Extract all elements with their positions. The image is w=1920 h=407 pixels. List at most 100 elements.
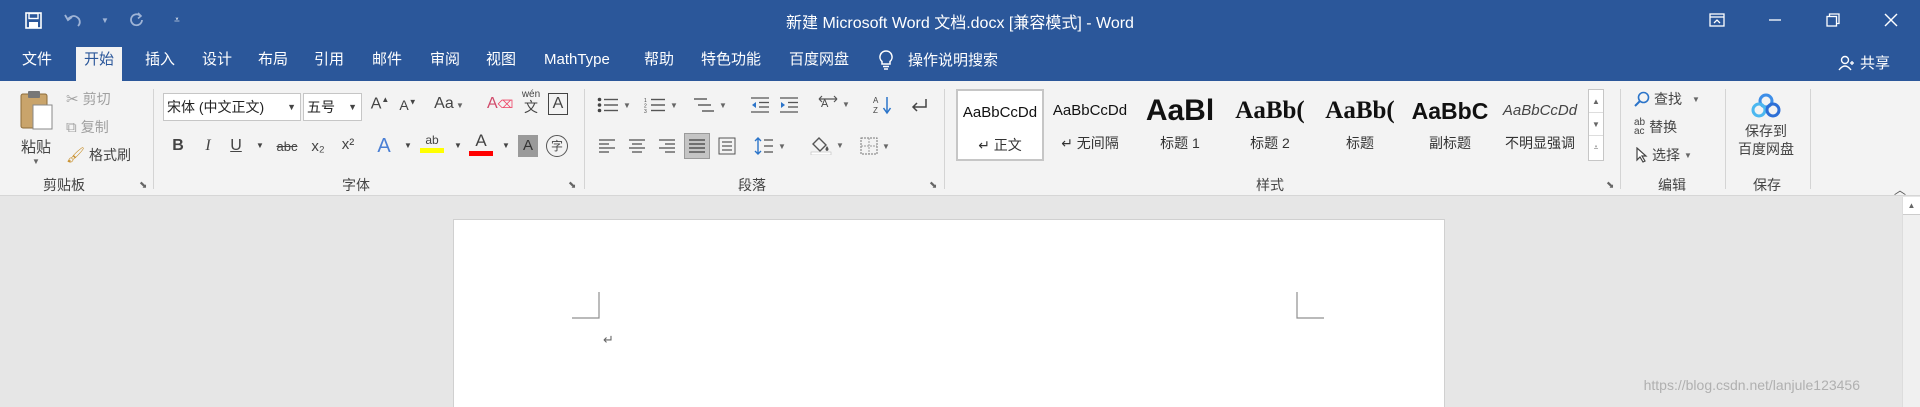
align-center-icon[interactable] xyxy=(628,139,646,153)
font-color-button[interactable]: A xyxy=(469,131,493,156)
tab-baidu[interactable]: 百度网盘 xyxy=(781,47,857,81)
tab-review[interactable]: 审阅 xyxy=(422,47,468,81)
undo-icon[interactable] xyxy=(60,7,86,33)
undo-dropdown-icon[interactable]: ▼ xyxy=(100,7,110,33)
shrink-font-icon[interactable]: A▼ xyxy=(396,97,420,113)
ribbon-display-options-icon[interactable] xyxy=(1688,0,1746,39)
find-label: 查找 xyxy=(1654,91,1682,107)
bullets-button[interactable]: ▼ xyxy=(597,97,631,113)
style-heading-1[interactable]: AaBl 标题 1 xyxy=(1136,89,1224,161)
tab-design[interactable]: 设计 xyxy=(194,47,240,81)
shading-button[interactable]: ▼ xyxy=(810,135,844,155)
decrease-indent-icon[interactable] xyxy=(750,97,770,113)
collapse-ribbon-icon[interactable]: ︿ xyxy=(1894,181,1906,198)
font-name-select[interactable]: 宋体 (中文正文) ▼ xyxy=(163,93,301,121)
subscript-button[interactable]: x₂ xyxy=(306,138,330,155)
style-heading-2[interactable]: AaBb( 标题 2 xyxy=(1226,89,1314,161)
save-to-baidu-button[interactable]: 保存到 百度网盘 xyxy=(1738,93,1794,159)
vertical-scrollbar[interactable]: ▲ xyxy=(1902,197,1920,407)
enclose-chars-button[interactable]: 字 xyxy=(546,135,568,157)
style-no-spacing[interactable]: AaBbCcDd ↵ 无间隔 xyxy=(1046,89,1134,161)
style-subtitle[interactable]: AaBbC 副标题 xyxy=(1406,89,1494,161)
paste-button[interactable]: 粘贴 ▼ xyxy=(18,89,54,166)
copy-label: 复制 xyxy=(80,119,109,135)
format-painter-button[interactable]: 🖌 格式刷 xyxy=(66,145,131,165)
superscript-button[interactable]: x² xyxy=(336,136,360,153)
scroll-up-icon[interactable]: ▲ xyxy=(1903,197,1920,215)
tab-layout[interactable]: 布局 xyxy=(250,47,296,81)
lightbulb-icon xyxy=(878,49,894,70)
text-effects-button[interactable]: A xyxy=(372,135,396,158)
italic-button[interactable]: I xyxy=(196,137,220,155)
tab-home[interactable]: 开始 xyxy=(76,47,123,81)
line-spacing-button[interactable]: ▼ xyxy=(754,137,786,155)
restore-icon[interactable] xyxy=(1804,0,1862,39)
show-paragraph-marks-icon[interactable] xyxy=(910,97,928,113)
style-title[interactable]: AaBb( 标题 xyxy=(1316,89,1404,161)
bold-button[interactable]: B xyxy=(166,137,190,155)
copy-button[interactable]: ⧉ 复制 xyxy=(66,117,109,137)
clipboard-launcher-icon[interactable]: ⬊ xyxy=(139,180,147,191)
styles-launcher-icon[interactable]: ⬊ xyxy=(1606,180,1614,191)
change-case-button[interactable]: Aa ▼ xyxy=(432,95,466,113)
highlight-button[interactable]: ab xyxy=(420,133,444,153)
numbering-button[interactable]: 123 ▼ xyxy=(644,97,678,113)
crop-mark-top-right xyxy=(1296,292,1324,319)
multilevel-list-button[interactable]: ▼ xyxy=(693,97,727,113)
tab-view[interactable]: 视图 xyxy=(478,47,524,81)
gallery-up-icon[interactable]: ▲ xyxy=(1589,90,1603,113)
grow-font-icon[interactable]: A▲ xyxy=(368,95,392,113)
gallery-down-icon[interactable]: ▼ xyxy=(1589,113,1603,136)
share-button[interactable]: 共享 xyxy=(1838,52,1890,73)
ribbon: 粘贴 ▼ ✂ 剪切 ⧉ 复制 🖌 格式刷 剪贴板 ⬊ 宋体 (中文正文) ▼ 五… xyxy=(0,81,1920,198)
clipboard-group-label: 剪贴板 xyxy=(43,177,85,193)
phonetic-guide-button[interactable]: wén 文 xyxy=(519,89,543,116)
distributed-icon[interactable] xyxy=(718,137,736,155)
font-launcher-icon[interactable]: ⬊ xyxy=(568,180,576,191)
select-button[interactable]: 选择 ▼ xyxy=(1636,145,1692,165)
sort-icon[interactable]: AZ xyxy=(872,95,892,115)
tab-mathtype[interactable]: MathType xyxy=(536,47,618,81)
font-size-select[interactable]: 五号 ▼ xyxy=(303,93,362,121)
close-icon[interactable] xyxy=(1862,0,1920,39)
minimize-icon[interactable] xyxy=(1746,0,1804,39)
tell-me-search[interactable]: 操作说明搜索 xyxy=(878,49,998,70)
style-sample: AaBbCcDd xyxy=(962,104,1038,121)
cut-button[interactable]: ✂ 剪切 xyxy=(66,89,111,109)
change-case-label: Aa xyxy=(434,95,454,112)
paste-label: 粘贴 xyxy=(20,139,51,156)
style-normal[interactable]: AaBbCcDd ↵ 正文 xyxy=(956,89,1044,161)
tab-insert[interactable]: 插入 xyxy=(137,47,183,81)
style-subtle-emphasis[interactable]: AaBbCcDd 不明显强调 xyxy=(1496,89,1584,161)
replace-button[interactable]: ab ac 替换 xyxy=(1634,117,1677,137)
document-page[interactable]: ↵ xyxy=(453,219,1445,407)
font-color-dropdown-icon[interactable]: ▼ xyxy=(494,141,518,150)
style-name: 标题 1 xyxy=(1160,135,1200,151)
cursor-icon xyxy=(1636,147,1648,163)
tab-help[interactable]: 帮助 xyxy=(636,47,682,81)
tab-features[interactable]: 特色功能 xyxy=(693,47,769,81)
text-effects-dropdown-icon[interactable]: ▼ xyxy=(396,141,420,150)
paragraph-launcher-icon[interactable]: ⬊ xyxy=(929,180,937,191)
char-shading-button[interactable]: A xyxy=(518,135,538,157)
tab-file[interactable]: 文件 xyxy=(14,47,60,81)
align-left-icon[interactable] xyxy=(598,139,616,153)
underline-dropdown-icon[interactable]: ▼ xyxy=(248,141,272,150)
align-right-icon[interactable] xyxy=(658,139,676,153)
gallery-more-icon[interactable]: ⩡ xyxy=(1589,136,1603,159)
underline-button[interactable]: U xyxy=(224,137,248,155)
tab-mailings[interactable]: 邮件 xyxy=(364,47,410,81)
customize-qat-icon[interactable]: ⩡ xyxy=(164,7,190,33)
tab-references[interactable]: 引用 xyxy=(306,47,352,81)
char-border-button[interactable]: A xyxy=(548,93,568,115)
save-icon[interactable] xyxy=(20,7,46,33)
chinese-layout-button[interactable]: A ▼ xyxy=(818,95,850,113)
borders-button[interactable]: ▼ xyxy=(860,137,890,155)
highlight-dropdown-icon[interactable]: ▼ xyxy=(446,141,470,150)
clear-formatting-icon[interactable]: A⌫ xyxy=(487,95,513,113)
redo-icon[interactable] xyxy=(124,7,150,33)
strikethrough-button[interactable]: abc xyxy=(272,139,302,154)
find-button[interactable]: 查找 ▼ xyxy=(1634,89,1700,109)
increase-indent-icon[interactable] xyxy=(779,97,799,113)
justify-icon[interactable] xyxy=(684,133,710,159)
